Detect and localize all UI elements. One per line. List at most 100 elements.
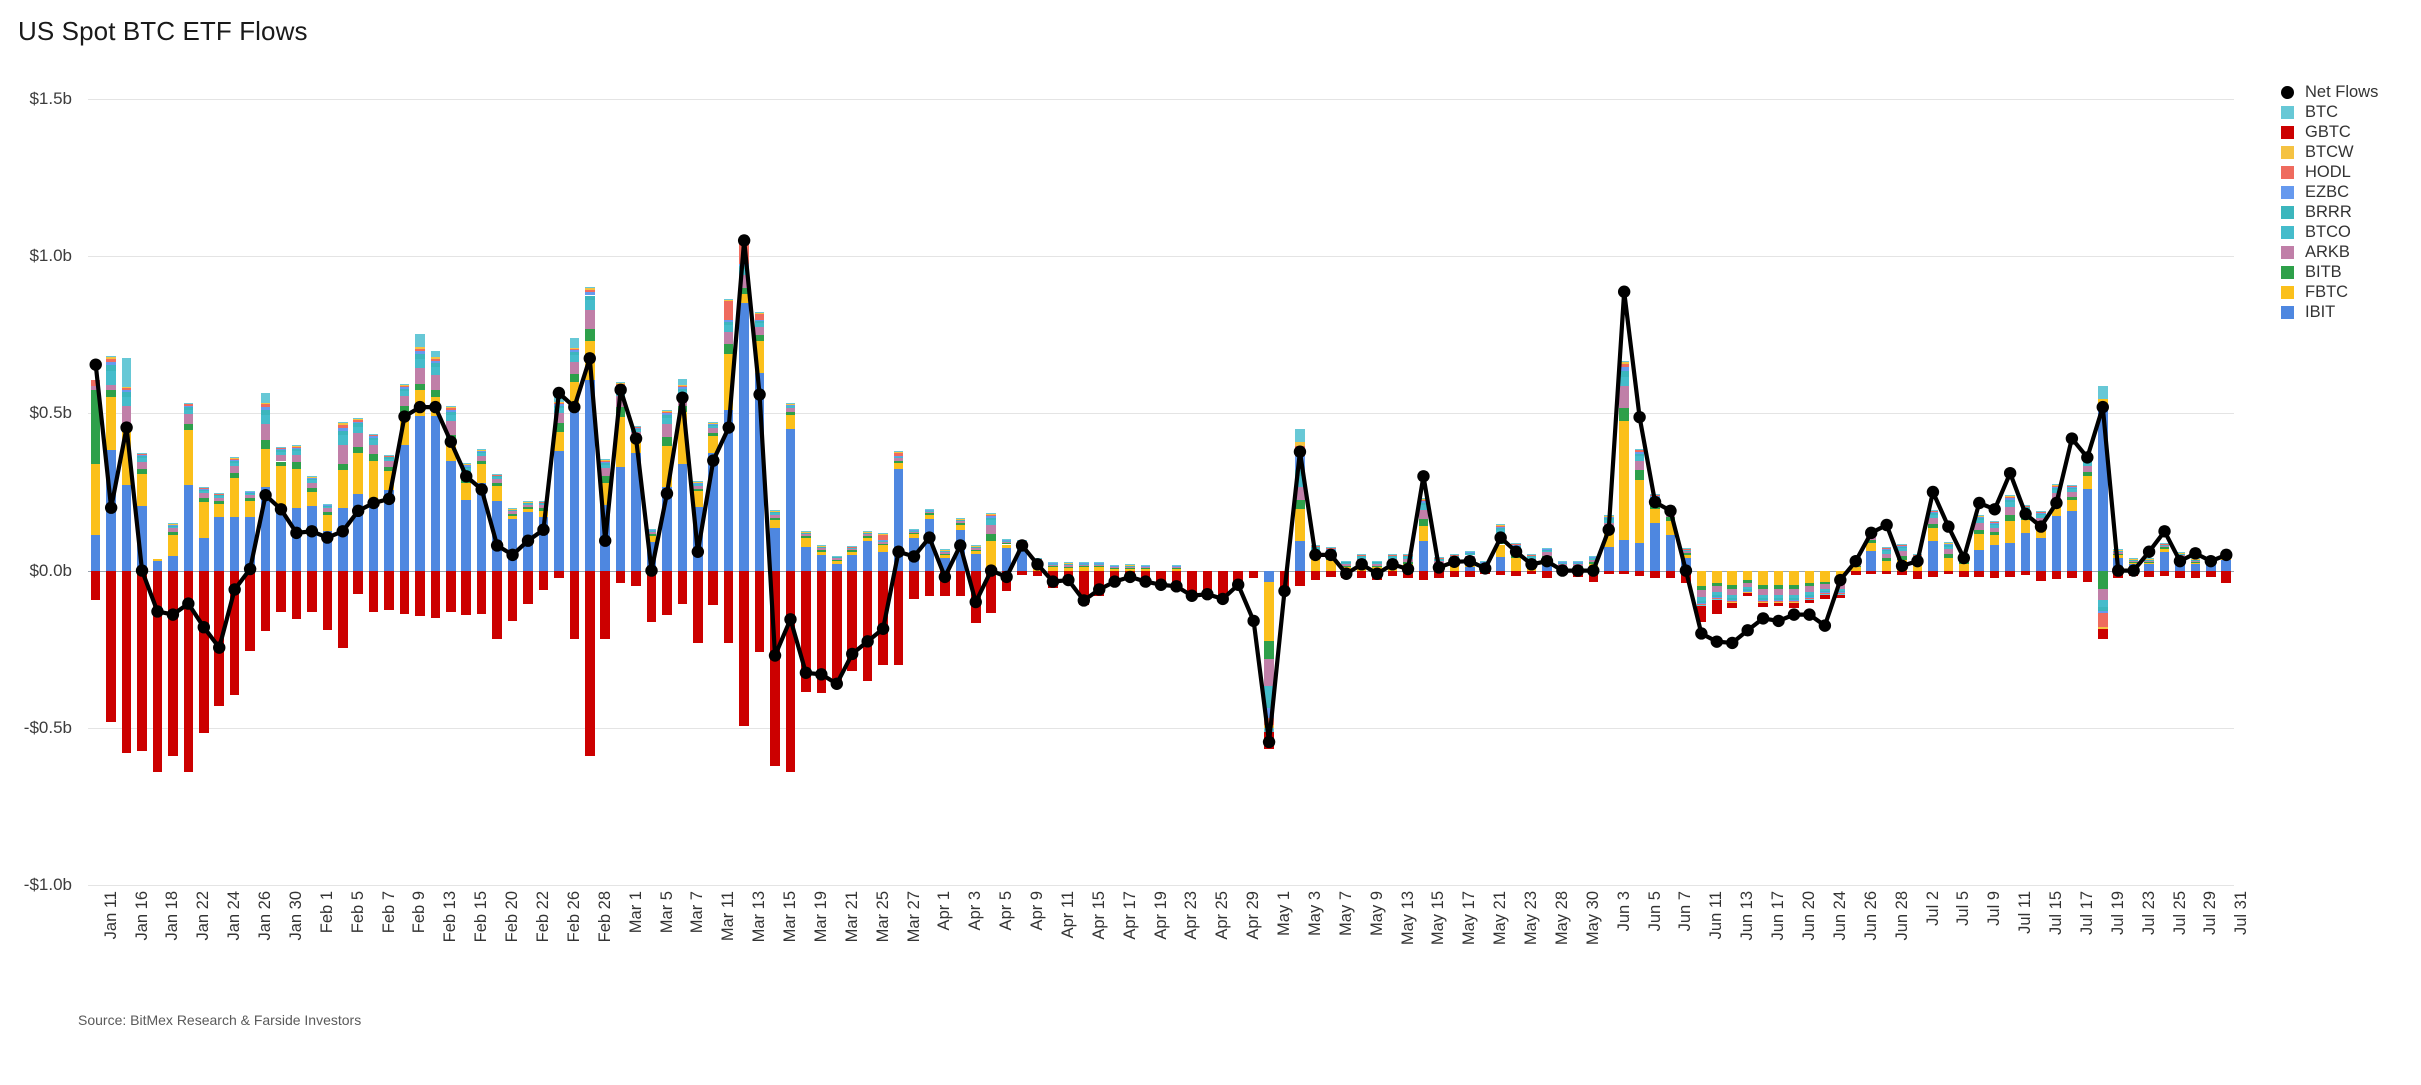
bar-column[interactable] bbox=[2159, 99, 2170, 885]
bar-column[interactable] bbox=[353, 99, 363, 885]
bar-column[interactable] bbox=[368, 99, 379, 885]
bar-column[interactable] bbox=[801, 99, 811, 885]
bar-column[interactable] bbox=[816, 99, 827, 885]
bar-column[interactable] bbox=[1881, 99, 1892, 885]
bar-column[interactable] bbox=[1079, 99, 1089, 885]
bar-column[interactable] bbox=[1495, 99, 1506, 885]
bar-column[interactable] bbox=[847, 99, 857, 885]
bar-column[interactable] bbox=[90, 99, 101, 885]
bar-column[interactable] bbox=[461, 99, 472, 885]
bar-column[interactable] bbox=[1758, 99, 1768, 885]
bar-column[interactable] bbox=[940, 99, 950, 885]
legend-item-fbtc[interactable]: FBTC bbox=[2281, 282, 2421, 302]
bar-column[interactable] bbox=[970, 99, 981, 885]
bar-column[interactable] bbox=[1850, 99, 1861, 885]
bar-column[interactable] bbox=[523, 99, 533, 885]
bar-column[interactable] bbox=[1001, 99, 1012, 885]
bar-column[interactable] bbox=[831, 99, 842, 885]
bar-column[interactable] bbox=[584, 99, 595, 885]
bar-column[interactable] bbox=[878, 99, 888, 885]
bar-column[interactable] bbox=[1634, 99, 1645, 885]
bar-column[interactable] bbox=[507, 99, 518, 885]
bar-column[interactable] bbox=[229, 99, 240, 885]
bar-column[interactable] bbox=[1588, 99, 1599, 885]
bar-column[interactable] bbox=[893, 99, 904, 885]
bar-column[interactable] bbox=[2113, 99, 2123, 885]
bar-column[interactable] bbox=[1310, 99, 1321, 885]
bar-column[interactable] bbox=[1063, 99, 1074, 885]
bar-column[interactable] bbox=[785, 99, 796, 885]
bar-column[interactable] bbox=[1619, 99, 1629, 885]
bar-column[interactable] bbox=[2175, 99, 2185, 885]
legend-item-ibit[interactable]: IBIT bbox=[2281, 302, 2421, 322]
bar-column[interactable] bbox=[1171, 99, 1182, 885]
bar-column[interactable] bbox=[1511, 99, 1521, 885]
bar-column[interactable] bbox=[708, 99, 719, 885]
bar-column[interactable] bbox=[1526, 99, 1537, 885]
bar-column[interactable] bbox=[1480, 99, 1490, 885]
bar-column[interactable] bbox=[1202, 99, 1213, 885]
bar-column[interactable] bbox=[2128, 99, 2139, 885]
bar-column[interactable] bbox=[1187, 99, 1197, 885]
bar-column[interactable] bbox=[1959, 99, 1969, 885]
bar-column[interactable] bbox=[1789, 99, 1799, 885]
bar-column[interactable] bbox=[1387, 99, 1398, 885]
bar-column[interactable] bbox=[337, 99, 348, 885]
bar-column[interactable] bbox=[1449, 99, 1460, 885]
bar-column[interactable] bbox=[1773, 99, 1784, 885]
bar-column[interactable] bbox=[1109, 99, 1120, 885]
bar-column[interactable] bbox=[1742, 99, 1753, 885]
bar-column[interactable] bbox=[183, 99, 194, 885]
legend-item-btc[interactable]: BTC bbox=[2281, 102, 2421, 122]
bar-column[interactable] bbox=[492, 99, 502, 885]
bar-column[interactable] bbox=[1326, 99, 1336, 885]
bar-column[interactable] bbox=[554, 99, 564, 885]
bar-column[interactable] bbox=[986, 99, 996, 885]
bar-column[interactable] bbox=[1603, 99, 1614, 885]
bar-column[interactable] bbox=[1696, 99, 1707, 885]
bar-column[interactable] bbox=[1727, 99, 1737, 885]
bar-column[interactable] bbox=[446, 99, 456, 885]
bar-column[interactable] bbox=[909, 99, 919, 885]
bar-column[interactable] bbox=[2221, 99, 2232, 885]
bar-column[interactable] bbox=[723, 99, 734, 885]
bar-column[interactable] bbox=[569, 99, 580, 885]
bar-column[interactable] bbox=[538, 99, 549, 885]
bar-column[interactable] bbox=[600, 99, 610, 885]
bar-column[interactable] bbox=[2051, 99, 2062, 885]
bar-column[interactable] bbox=[662, 99, 672, 885]
bar-column[interactable] bbox=[1989, 99, 2000, 885]
bar-column[interactable] bbox=[168, 99, 178, 885]
bar-column[interactable] bbox=[1866, 99, 1876, 885]
bar-column[interactable] bbox=[1434, 99, 1444, 885]
legend-item-net-flows[interactable]: Net Flows bbox=[2281, 82, 2421, 102]
bar-column[interactable] bbox=[245, 99, 255, 885]
legend-item-btcw[interactable]: BTCW bbox=[2281, 142, 2421, 162]
bar-column[interactable] bbox=[1650, 99, 1660, 885]
bar-column[interactable] bbox=[399, 99, 410, 885]
bar-column[interactable] bbox=[631, 99, 641, 885]
bar-column[interactable] bbox=[152, 99, 163, 885]
bar-column[interactable] bbox=[214, 99, 224, 885]
bar-column[interactable] bbox=[2206, 99, 2216, 885]
bar-column[interactable] bbox=[1681, 99, 1691, 885]
bar-column[interactable] bbox=[1464, 99, 1475, 885]
bar-column[interactable] bbox=[1264, 99, 1274, 885]
bar-column[interactable] bbox=[924, 99, 935, 885]
bar-column[interactable] bbox=[693, 99, 703, 885]
bar-column[interactable] bbox=[260, 99, 271, 885]
bar-column[interactable] bbox=[677, 99, 688, 885]
bar-column[interactable] bbox=[1295, 99, 1305, 885]
bar-column[interactable] bbox=[322, 99, 333, 885]
bar-column[interactable] bbox=[1032, 99, 1043, 885]
bar-column[interactable] bbox=[384, 99, 394, 885]
legend-item-btco[interactable]: BTCO bbox=[2281, 222, 2421, 242]
bar-column[interactable] bbox=[1217, 99, 1228, 885]
bar-column[interactable] bbox=[754, 99, 765, 885]
bar-column[interactable] bbox=[476, 99, 487, 885]
legend-item-bitb[interactable]: BITB bbox=[2281, 262, 2421, 282]
bar-column[interactable] bbox=[2190, 99, 2201, 885]
bar-column[interactable] bbox=[1279, 99, 1290, 885]
bar-column[interactable] bbox=[955, 99, 966, 885]
bar-column[interactable] bbox=[276, 99, 286, 885]
